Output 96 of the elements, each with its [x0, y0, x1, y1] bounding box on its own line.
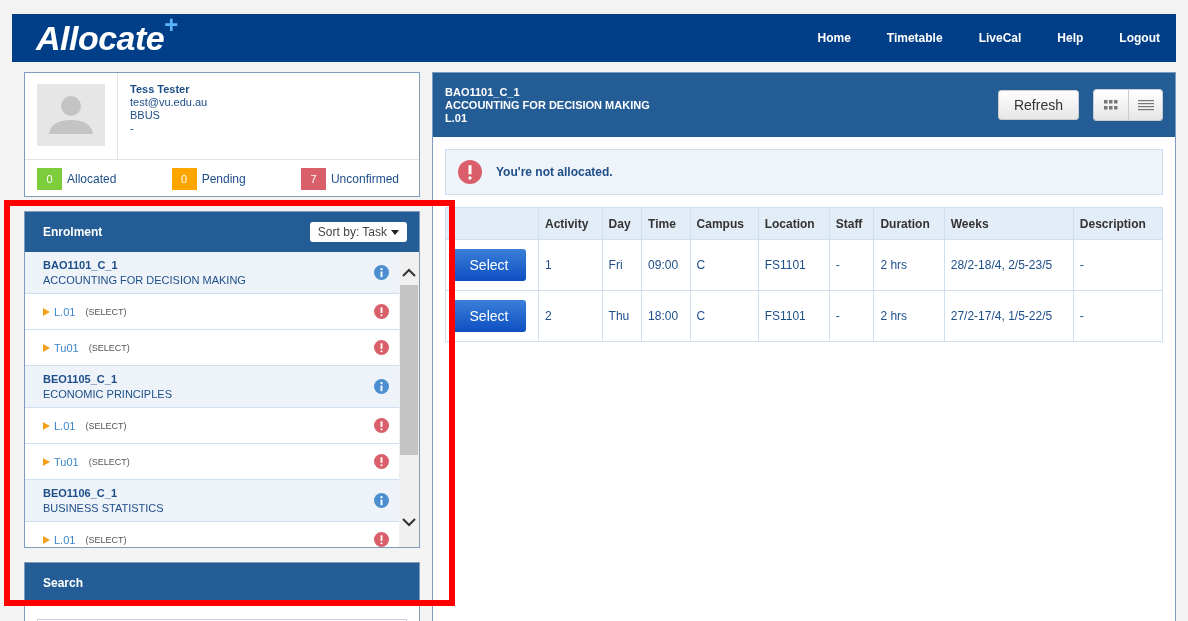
panel-title: Search	[43, 576, 84, 590]
count-badge: 7	[300, 168, 326, 190]
triangle-icon	[43, 457, 50, 466]
table-cell: FS1101	[758, 290, 830, 342]
alert-icon	[374, 340, 389, 355]
alert-icon	[458, 160, 482, 184]
column-header: Duration	[873, 207, 945, 240]
nav-link[interactable]: Home	[817, 31, 851, 45]
scrollbar[interactable]	[399, 252, 419, 547]
triangle-icon	[43, 307, 50, 316]
user-program: BBUS	[130, 109, 161, 122]
column-header: Time	[641, 207, 691, 240]
course-name: ECONOMIC PRINCIPLES	[43, 386, 173, 402]
detail-name: ACCOUNTING FOR DECISION MAKING	[445, 98, 651, 112]
caret-icon	[391, 229, 399, 235]
user-email: test@vu.edu.au	[130, 96, 208, 109]
view-toggle[interactable]	[1094, 90, 1128, 120]
user-extra: -	[130, 122, 135, 135]
course-item[interactable]: BEO1105_C_1 ECONOMIC PRINCIPLES	[25, 366, 399, 408]
message-text: You're not allocated.	[496, 165, 613, 179]
triangle-icon	[43, 535, 50, 544]
course-code: BEO1106_C_1	[43, 485, 118, 501]
table-cell: C	[690, 290, 759, 342]
course-code: BAO1101_C_1	[43, 257, 119, 273]
table-cell: -	[1073, 290, 1163, 342]
column-header: Activity	[538, 207, 603, 240]
select-button[interactable]: Select	[452, 249, 526, 281]
refresh-button[interactable]: Refresh	[997, 90, 1079, 120]
table-cell: -	[829, 239, 874, 291]
count-label: Unconfirmed	[330, 172, 399, 186]
activity-item[interactable]: L.01 (SELECT)	[25, 294, 399, 330]
detail-activity: L.01	[445, 111, 468, 125]
table-cell: -	[1073, 239, 1163, 291]
course-name: BUSINESS STATISTICS	[43, 500, 165, 516]
table-cell: 2 hrs	[873, 239, 945, 291]
column-header: Staff	[829, 207, 874, 240]
detail-code: BAO1101_C_1	[445, 85, 521, 99]
table-cell: 2	[538, 290, 603, 342]
table-cell: Thu	[602, 290, 642, 342]
activity-link[interactable]: L.01	[54, 533, 76, 546]
activity-note: (SELECT)	[85, 420, 128, 431]
course-item[interactable]: BEO1106_C_1 BUSINESS STATISTICS	[25, 480, 399, 522]
grid-icon	[1104, 100, 1118, 110]
logo: Allocate+	[36, 18, 178, 58]
nav-link[interactable]: Logout	[1119, 31, 1160, 45]
activity-link[interactable]: Tu01	[54, 455, 79, 468]
activity-note: (SELECT)	[88, 342, 131, 353]
select-button[interactable]: Select	[452, 300, 526, 332]
panel-title: Enrolment	[43, 225, 103, 239]
nav-link[interactable]: Timetable	[886, 31, 943, 45]
list-icon	[1137, 99, 1154, 111]
chevron-down-icon	[402, 518, 416, 527]
info-icon	[374, 265, 389, 280]
activity-link[interactable]: Tu01	[54, 341, 79, 354]
chevron-up-icon	[402, 268, 416, 277]
user-name: Tess Tester	[130, 83, 191, 96]
alert-icon	[374, 454, 389, 469]
triangle-icon	[43, 343, 50, 352]
table-cell: 27/2-17/4, 1/5-22/5	[944, 290, 1074, 342]
table-cell: 09:00	[641, 239, 691, 291]
table-cell: 18:00	[641, 290, 691, 342]
nav-link[interactable]: Help	[1057, 31, 1084, 45]
activity-link[interactable]: L.01	[54, 305, 76, 318]
table-cell: C	[690, 239, 759, 291]
count-badge: 0	[37, 168, 62, 190]
avatar-icon	[37, 84, 105, 146]
table-cell: -	[829, 290, 874, 342]
activity-note: (SELECT)	[85, 534, 128, 545]
count-label: Pending	[201, 172, 246, 186]
course-code: BEO1105_C_1	[43, 371, 118, 387]
column-header: Description	[1073, 207, 1163, 240]
column-header: Weeks	[944, 207, 1074, 240]
table-cell: 2 hrs	[873, 290, 945, 342]
info-icon	[374, 379, 389, 394]
activity-note: (SELECT)	[88, 456, 131, 467]
course-name: ACCOUNTING FOR DECISION MAKING	[43, 272, 247, 288]
table-cell: 1	[538, 239, 603, 291]
activity-link[interactable]: L.01	[54, 419, 76, 432]
activity-item[interactable]: L.01 (SELECT)	[25, 408, 399, 444]
activity-note: (SELECT)	[85, 306, 128, 317]
table-cell: 28/2-18/4, 2/5-23/5	[944, 239, 1074, 291]
info-icon	[374, 493, 389, 508]
sort-dropdown[interactable]: Sort by: Task	[309, 222, 407, 242]
course-item[interactable]: BAO1101_C_1 ACCOUNTING FOR DECISION MAKING	[25, 252, 399, 294]
nav-link[interactable]: LiveCal	[978, 31, 1022, 45]
column-header: Campus	[690, 207, 759, 240]
alert-icon	[374, 304, 389, 319]
table-cell: Fri	[602, 239, 642, 291]
triangle-icon	[43, 421, 50, 430]
column-header: Day	[602, 207, 642, 240]
column-header: Location	[758, 207, 830, 240]
count-label: Allocated	[67, 172, 117, 186]
table-cell: FS1101	[758, 239, 830, 291]
view-toggle[interactable]	[1128, 90, 1162, 120]
count-badge: 0	[171, 168, 197, 190]
alert-icon	[374, 418, 389, 433]
